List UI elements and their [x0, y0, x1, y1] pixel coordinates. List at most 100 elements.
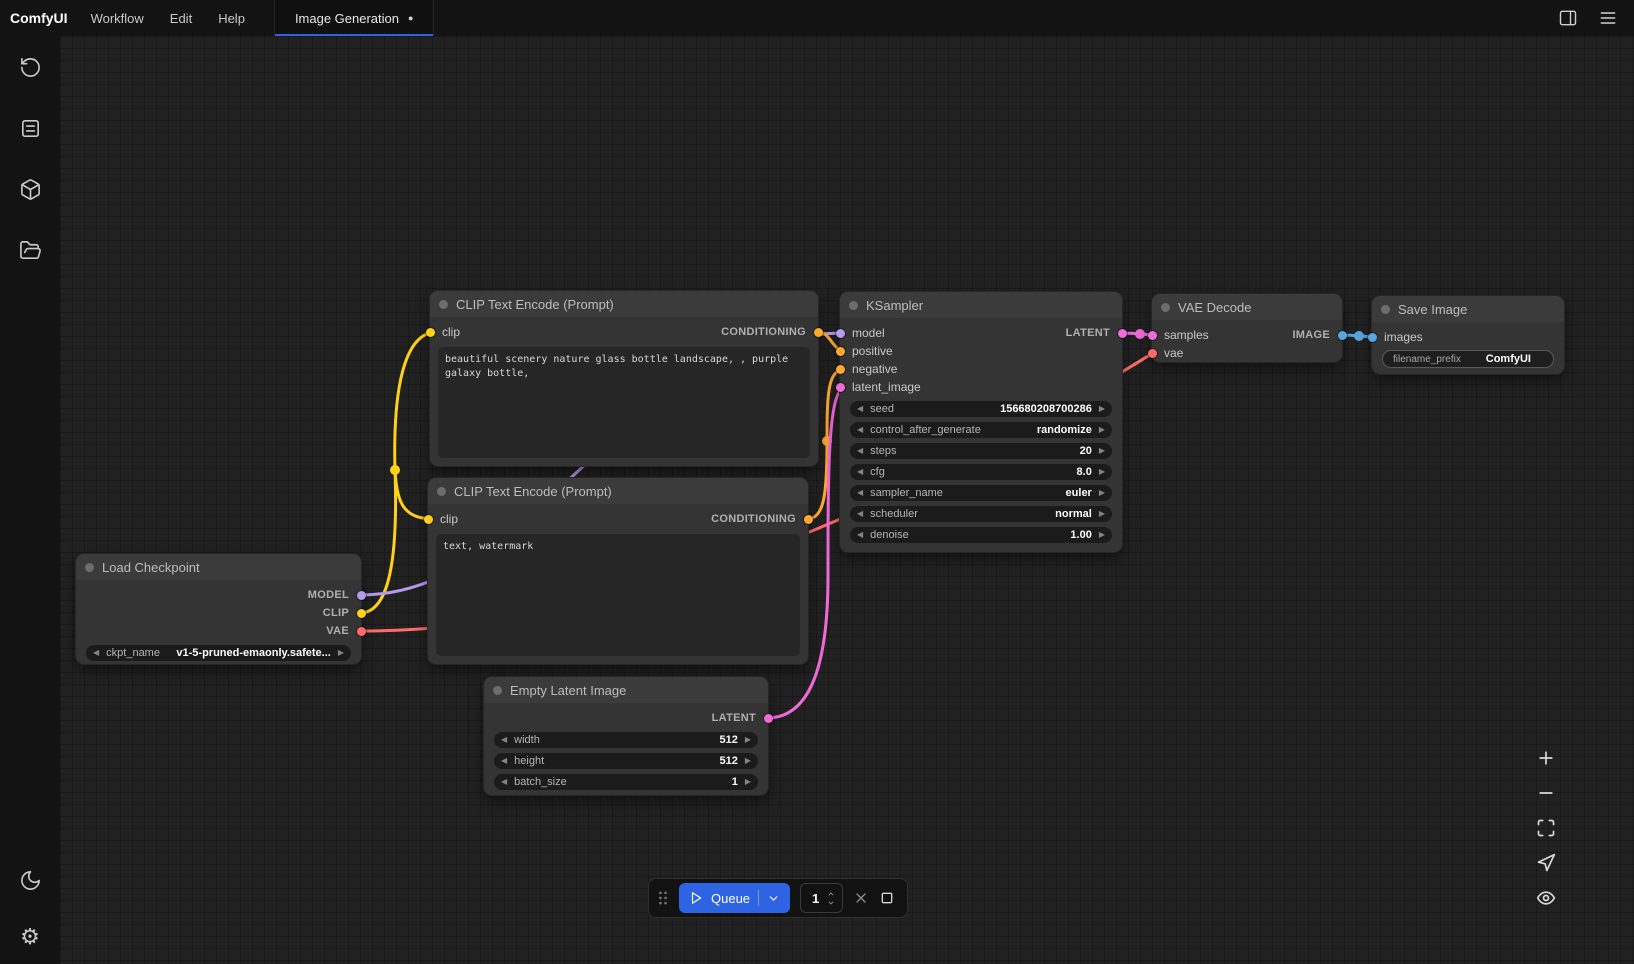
latent-output-slot[interactable] — [1118, 329, 1127, 338]
model-library-icon[interactable] — [19, 178, 42, 201]
menu-help[interactable]: Help — [205, 0, 258, 36]
fit-view-icon[interactable] — [1536, 818, 1556, 838]
decrement-arrow-icon[interactable]: ◀ — [857, 447, 863, 455]
collapse-dot[interactable] — [85, 563, 94, 572]
increment-arrow-icon[interactable]: ▶ — [1099, 405, 1105, 413]
increment-arrow-icon[interactable]: ▶ — [1099, 447, 1105, 455]
decrement-arrow-icon[interactable]: ◀ — [501, 757, 507, 765]
toggle-visibility-eye-icon[interactable] — [1536, 888, 1556, 908]
clip-input-slot[interactable] — [426, 328, 435, 337]
decrement-arrow-icon[interactable]: ◀ — [857, 468, 863, 476]
collapse-dot[interactable] — [1161, 303, 1170, 312]
widget-height[interactable]: ◀ height 512 ▶ — [494, 753, 758, 769]
stop-icon[interactable] — [879, 890, 895, 906]
node-header[interactable]: CLIP Text Encode (Prompt) — [430, 291, 818, 317]
decrement-arrow-icon[interactable]: ◀ — [857, 510, 863, 518]
widget-control-after-generate[interactable]: ◀ control_after_generate randomize ▶ — [850, 422, 1112, 438]
tab-image-generation[interactable]: Image Generation ● — [274, 0, 435, 36]
widget-batch-size[interactable]: ◀ batch_size 1 ▶ — [494, 774, 758, 790]
node-empty-latent-image[interactable]: Empty Latent Image LATENT ◀ width 512 ▶ … — [484, 677, 768, 795]
widget-cfg[interactable]: ◀ cfg 8.0 ▶ — [850, 464, 1112, 480]
increment-arrow-icon[interactable]: ▶ — [745, 757, 751, 765]
samples-input-slot[interactable] — [1148, 331, 1157, 340]
conditioning-output-slot[interactable] — [804, 515, 813, 524]
settings-gear-icon[interactable]: ⚙ — [20, 926, 40, 948]
images-input-slot[interactable] — [1368, 333, 1377, 342]
increment-arrow-icon[interactable]: ▶ — [1099, 531, 1105, 539]
node-clip-text-encode-positive[interactable]: CLIP Text Encode (Prompt) clip CONDITION… — [430, 291, 818, 466]
prompt-text-area[interactable]: beautiful scenery nature glass bottle la… — [438, 347, 810, 458]
chevron-up-icon[interactable] — [826, 890, 836, 898]
increment-arrow-icon[interactable]: ▶ — [338, 649, 344, 657]
widget-denoise[interactable]: ◀ denoise 1.00 ▶ — [850, 527, 1112, 543]
widget-filename-prefix[interactable]: filename_prefix ComfyUI — [1382, 350, 1554, 368]
collapse-dot[interactable] — [439, 300, 448, 309]
node-header[interactable]: Load Checkpoint — [76, 554, 361, 580]
collapse-dot[interactable] — [1381, 305, 1390, 314]
decrement-arrow-icon[interactable]: ◀ — [857, 426, 863, 434]
vae-input-slot[interactable] — [1148, 349, 1157, 358]
node-clip-text-encode-negative[interactable]: CLIP Text Encode (Prompt) clip CONDITION… — [428, 478, 808, 664]
panel-toggle-icon[interactable] — [1558, 8, 1578, 28]
node-header[interactable]: CLIP Text Encode (Prompt) — [428, 478, 808, 504]
conditioning-output-slot[interactable] — [814, 328, 823, 337]
theme-toggle-moon-icon[interactable] — [19, 869, 42, 892]
decrement-arrow-icon[interactable]: ◀ — [857, 405, 863, 413]
collapse-dot[interactable] — [493, 686, 502, 695]
negative-input-slot[interactable] — [836, 365, 845, 374]
model-output-slot[interactable] — [357, 591, 366, 600]
widget-width[interactable]: ◀ width 512 ▶ — [494, 732, 758, 748]
node-vae-decode[interactable]: VAE Decode samples IMAGE vae — [1152, 294, 1342, 362]
widget-steps[interactable]: ◀ steps 20 ▶ — [850, 443, 1112, 459]
increment-arrow-icon[interactable]: ▶ — [1099, 489, 1105, 497]
zoom-in-icon[interactable] — [1536, 748, 1556, 768]
increment-arrow-icon[interactable]: ▶ — [1099, 468, 1105, 476]
positive-input-slot[interactable] — [836, 347, 845, 356]
node-header[interactable]: Empty Latent Image — [484, 677, 768, 703]
menu-workflow[interactable]: Workflow — [78, 0, 157, 36]
node-header[interactable]: KSampler — [840, 292, 1122, 318]
decrement-arrow-icon[interactable]: ◀ — [501, 778, 507, 786]
decrement-arrow-icon[interactable]: ◀ — [93, 649, 99, 657]
node-header[interactable]: VAE Decode — [1152, 294, 1342, 320]
decrement-arrow-icon[interactable]: ◀ — [857, 531, 863, 539]
widget-seed[interactable]: ◀ seed 156680208700286 ▶ — [850, 401, 1112, 417]
vae-output-slot[interactable] — [357, 627, 366, 636]
chevron-down-icon[interactable] — [767, 892, 780, 905]
clear-queue-icon[interactable] — [853, 890, 869, 906]
increment-arrow-icon[interactable]: ▶ — [1099, 426, 1105, 434]
node-ksampler[interactable]: KSampler model LATENT positive negative … — [840, 292, 1122, 552]
increment-arrow-icon[interactable]: ▶ — [1099, 510, 1105, 518]
collapse-dot[interactable] — [849, 301, 858, 310]
latent-image-input-slot[interactable] — [836, 383, 845, 392]
workflows-folder-icon[interactable] — [19, 239, 42, 262]
clip-input-slot[interactable] — [424, 515, 433, 524]
widget-scheduler[interactable]: ◀ scheduler normal ▶ — [850, 506, 1112, 522]
queue-list-icon[interactable] — [19, 117, 42, 140]
history-icon[interactable] — [19, 56, 42, 79]
increment-arrow-icon[interactable]: ▶ — [745, 736, 751, 744]
node-header[interactable]: Save Image — [1372, 296, 1564, 322]
chevron-down-icon[interactable] — [826, 899, 836, 907]
hamburger-menu-icon[interactable] — [1598, 8, 1618, 28]
select-mode-icon[interactable] — [1536, 853, 1556, 873]
collapse-dot[interactable] — [437, 487, 446, 496]
decrement-arrow-icon[interactable]: ◀ — [857, 489, 863, 497]
menu-edit[interactable]: Edit — [157, 0, 205, 36]
model-input-slot[interactable] — [836, 329, 845, 338]
increment-arrow-icon[interactable]: ▶ — [745, 778, 751, 786]
zoom-out-icon[interactable] — [1536, 783, 1556, 803]
widget-ckpt-name[interactable]: ◀ ckpt_name v1-5-pruned-emaonly.safete..… — [86, 645, 351, 661]
latent-output-slot[interactable] — [764, 714, 773, 723]
graph-canvas[interactable]: CLIP Text Encode (Prompt) clip CONDITION… — [60, 36, 1634, 964]
queue-button[interactable]: Queue — [679, 883, 790, 913]
batch-count-stepper[interactable]: 1 — [800, 883, 843, 913]
node-load-checkpoint[interactable]: Load Checkpoint MODEL CLIP VAE ◀ ckpt_na… — [76, 554, 361, 664]
drag-handle[interactable] — [657, 889, 669, 907]
decrement-arrow-icon[interactable]: ◀ — [501, 736, 507, 744]
widget-sampler-name[interactable]: ◀ sampler_name euler ▶ — [850, 485, 1112, 501]
clip-output-slot[interactable] — [357, 609, 366, 618]
image-output-slot[interactable] — [1338, 331, 1347, 340]
prompt-text-area[interactable]: text, watermark — [436, 534, 800, 656]
node-save-image[interactable]: Save Image images filename_prefix ComfyU… — [1372, 296, 1564, 374]
